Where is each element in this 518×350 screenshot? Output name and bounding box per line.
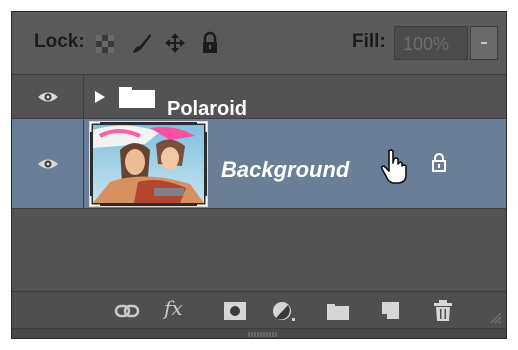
- layer-lock-icon: [432, 153, 446, 172]
- adjustment-layer-icon[interactable]: [270, 298, 296, 324]
- thumbnail-selection-corners: [90, 122, 207, 206]
- layer-name[interactable]: Polaroid: [167, 98, 247, 121]
- eye-icon: [38, 92, 58, 102]
- new-group-icon[interactable]: [325, 298, 351, 324]
- layers-empty-area: [12, 209, 506, 291]
- delete-layer-icon[interactable]: [430, 298, 456, 324]
- eye-icon: [38, 159, 58, 169]
- link-layers-icon[interactable]: [114, 298, 140, 324]
- layer-row-background[interactable]: Background: [12, 119, 506, 209]
- hand-cursor-icon: [380, 149, 407, 184]
- layers-panel: Lock: Fill: 100% Polaroid Background fx: [11, 11, 507, 339]
- layer-row-group[interactable]: Polaroid: [12, 75, 506, 121]
- folder-icon: [119, 87, 155, 108]
- fill-label: Fill:: [352, 31, 386, 52]
- layer-style-icon[interactable]: fx: [164, 296, 183, 320]
- minus-icon: [481, 42, 487, 44]
- expand-triangle-icon[interactable]: [94, 90, 106, 104]
- lock-label: Lock:: [34, 31, 85, 52]
- layers-toolbar: fx: [12, 291, 506, 328]
- lock-all-icon[interactable]: [199, 31, 221, 55]
- layer-name[interactable]: Background: [221, 157, 349, 183]
- lock-transparent-pixels-icon[interactable]: [94, 31, 116, 55]
- lock-image-pixels-icon[interactable]: [130, 31, 152, 55]
- resize-grip-icon[interactable]: [488, 310, 502, 324]
- visibility-toggle[interactable]: [12, 75, 84, 118]
- new-layer-icon[interactable]: [377, 298, 403, 324]
- lock-fill-bar: Lock: Fill: 100%: [12, 12, 506, 75]
- fill-dropdown-button[interactable]: [470, 26, 498, 60]
- grip-dots-icon: [248, 332, 277, 337]
- fill-value: 100%: [403, 34, 450, 54]
- visibility-toggle[interactable]: [12, 119, 84, 208]
- fill-input[interactable]: 100%: [394, 26, 468, 60]
- layer-thumbnail[interactable]: [89, 121, 208, 207]
- panel-resize-handle[interactable]: [12, 328, 506, 338]
- add-mask-icon[interactable]: [222, 298, 248, 324]
- lock-position-icon[interactable]: [164, 31, 186, 55]
